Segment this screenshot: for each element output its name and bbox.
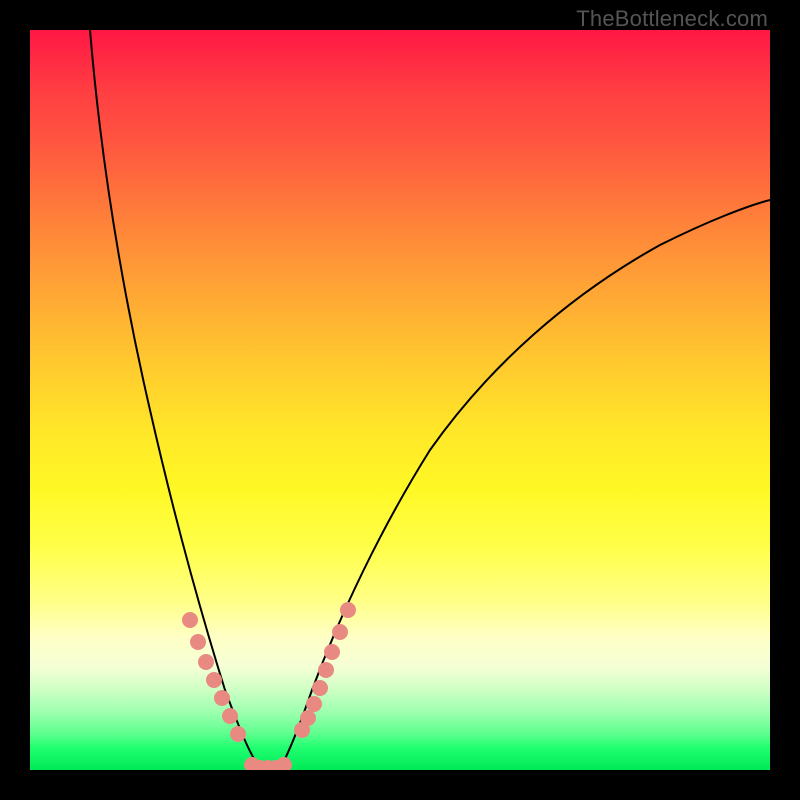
dot-cluster-left-real xyxy=(182,612,246,742)
curve-right xyxy=(280,200,770,768)
watermark-text: TheBottleneck.com xyxy=(576,6,768,32)
dot-cluster-bottom xyxy=(244,757,292,770)
dot-cluster-right xyxy=(294,602,356,738)
chart-svg xyxy=(30,30,770,770)
curve-left xyxy=(90,30,260,768)
chart-container: TheBottleneck.com xyxy=(0,0,800,800)
